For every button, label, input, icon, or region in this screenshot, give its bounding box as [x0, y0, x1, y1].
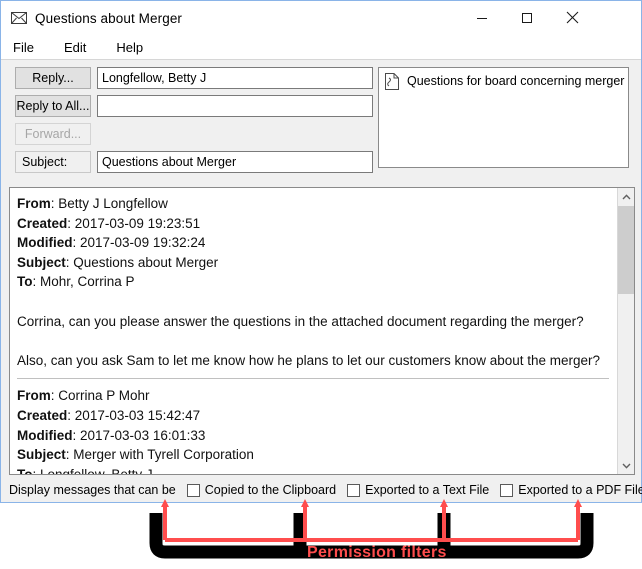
- application-window: Questions about Merger File Edit Help Re…: [0, 0, 642, 503]
- modified-value: 2017-03-03 16:01:33: [80, 427, 206, 443]
- attachment-list-item[interactable]: Questions for board concerning merger: [379, 68, 628, 90]
- permission-filter-bar: Display messages that can be Copied to t…: [1, 478, 642, 502]
- from-label: From: [17, 388, 51, 404]
- subject-label: Subject: [17, 254, 66, 270]
- message-created: Created: 2017-03-03 15:42:47: [17, 407, 201, 423]
- subject-row: Subject:: [15, 151, 373, 173]
- created-label: Created: [17, 407, 68, 423]
- envelope-icon: [10, 10, 27, 27]
- reply-button[interactable]: Reply...: [15, 67, 91, 89]
- checkbox-label: Exported to a Text File: [365, 483, 490, 497]
- message-subject: Subject: Questions about Merger: [17, 254, 219, 270]
- message-content: From: Betty J Longfellow Created: 2017-0…: [10, 188, 617, 474]
- chevron-down-icon[interactable]: [618, 457, 634, 474]
- chevron-up-icon[interactable]: [618, 188, 634, 205]
- message-scrollbar[interactable]: [617, 188, 634, 474]
- message-created: Created: 2017-03-09 19:23:51: [17, 215, 201, 231]
- checkbox-exported-pdf-file[interactable]: [500, 483, 514, 497]
- header-fields: Reply... Reply to All... Forward... Subj…: [15, 67, 373, 179]
- cc-input[interactable]: [97, 95, 373, 117]
- attachment-panel[interactable]: Questions for board concerning merger: [378, 67, 629, 168]
- forward-row: Forward...: [15, 123, 373, 145]
- window-title: Questions about Merger: [35, 10, 183, 26]
- from-value: Betty J Longfellow: [58, 196, 168, 211]
- document-icon: [384, 72, 400, 90]
- message-view: From: Betty J Longfellow Created: 2017-0…: [9, 187, 635, 475]
- recipient-input[interactable]: [97, 67, 373, 89]
- message-paragraph: Also, can you ask Sam to let me know how…: [17, 352, 601, 368]
- maximize-button[interactable]: [504, 1, 549, 34]
- to-label: To: [17, 467, 33, 474]
- forward-spacer: [97, 123, 373, 145]
- annotation-bracket: [161, 499, 582, 542]
- subject-value: Merger with Tyrell Corporation: [73, 447, 254, 463]
- message-to: To: Mohr, Corrina P: [17, 274, 135, 290]
- header-area: Reply... Reply to All... Forward... Subj…: [1, 60, 641, 184]
- minimize-button[interactable]: [459, 1, 504, 34]
- close-button[interactable]: [550, 1, 595, 34]
- filter-copied-to-clipboard[interactable]: Copied to the Clipboard: [186, 483, 337, 497]
- checkbox-copied-to-clipboard[interactable]: [186, 483, 200, 497]
- modified-label: Modified: [17, 427, 73, 443]
- message-from: From: Betty J Longfellow: [17, 196, 168, 211]
- menu-item-help[interactable]: Help: [114, 39, 145, 56]
- checkbox-label: Copied to the Clipboard: [204, 483, 337, 497]
- from-label: From: [17, 196, 51, 211]
- filter-exported-text-file[interactable]: Exported to a Text File: [347, 483, 489, 497]
- subject-input[interactable]: [97, 151, 373, 173]
- modified-label: Modified: [17, 235, 73, 251]
- subject-value: Questions about Merger: [73, 254, 219, 270]
- message-subject: Subject: Merger with Tyrell Corporation: [17, 447, 254, 463]
- forward-button[interactable]: Forward...: [15, 123, 91, 145]
- recipient-row: Reply...: [15, 67, 373, 89]
- reply-to-all-button[interactable]: Reply to All...: [15, 95, 91, 117]
- menu-item-file[interactable]: File: [11, 39, 36, 56]
- created-value: 2017-03-03 15:42:47: [74, 407, 201, 423]
- checkbox-exported-text-file[interactable]: [347, 483, 361, 497]
- message-paragraph: Corrina, can you please answer the quest…: [17, 313, 584, 329]
- title-bar: Questions about Merger: [1, 1, 641, 35]
- menu-bar: File Edit Help: [1, 35, 641, 60]
- attachment-name: Questions for board concerning merger: [407, 74, 625, 88]
- scrollbar-thumb[interactable]: [618, 206, 634, 294]
- created-label: Created: [17, 215, 68, 231]
- to-value: Longfellow, Betty J: [40, 467, 153, 474]
- filter-exported-pdf-file[interactable]: Exported to a PDF File: [500, 483, 642, 497]
- menu-item-edit[interactable]: Edit: [62, 39, 88, 56]
- filter-caption: Display messages that can be: [9, 483, 176, 497]
- reply-all-row: Reply to All...: [15, 95, 373, 117]
- from-value: Corrina P Mohr: [58, 388, 150, 404]
- subject-label: Subject: [17, 447, 66, 463]
- modified-value: 2017-03-09 19:32:24: [80, 235, 206, 251]
- to-label: To: [17, 274, 33, 290]
- annotation-label: Permission filters: [307, 544, 447, 561]
- message-to: To: Longfellow, Betty J: [17, 465, 609, 474]
- to-value: Mohr, Corrina P: [40, 274, 135, 290]
- message-modified: Modified: 2017-03-09 19:32:24: [17, 235, 206, 251]
- message-from: From: Corrina P Mohr: [17, 388, 150, 404]
- created-value: 2017-03-09 19:23:51: [74, 215, 201, 231]
- checkbox-label: Exported to a PDF File: [518, 483, 642, 497]
- subject-label: Subject:: [15, 151, 91, 173]
- message-separator: [17, 378, 609, 380]
- message-modified: Modified: 2017-03-03 16:01:33: [17, 427, 206, 443]
